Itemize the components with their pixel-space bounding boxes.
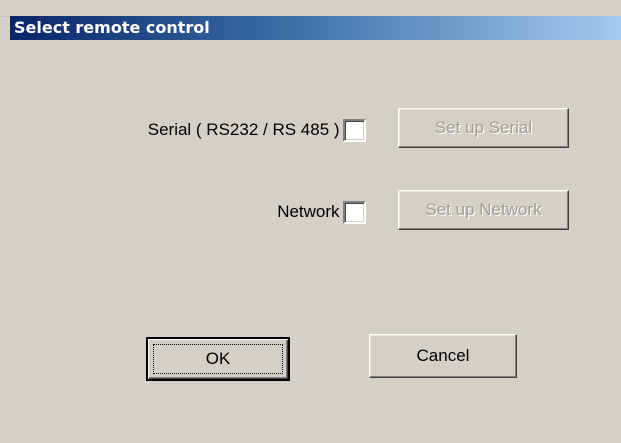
dialog-body: Serial ( RS232 / RS 485 ) : Set up Seria… (10, 40, 621, 443)
network-label: Network : (277, 202, 349, 221)
dialog-title: Select remote control (14, 18, 210, 37)
cancel-button-label: Cancel (416, 346, 470, 365)
setup-serial-button[interactable]: Set up Serial (398, 108, 569, 148)
setup-serial-label: Set up Serial (434, 118, 533, 137)
cancel-button[interactable]: Cancel (369, 334, 517, 378)
serial-checkbox[interactable] (343, 119, 366, 142)
serial-label: Serial ( RS232 / RS 485 ) : (147, 120, 349, 139)
setup-network-button[interactable]: Set up Network (398, 190, 569, 230)
top-strip (0, 0, 621, 17)
ok-button[interactable]: OK (146, 337, 290, 381)
ok-button-label: OK (205, 349, 231, 368)
setup-network-label: Set up Network (425, 200, 542, 219)
network-checkbox[interactable] (343, 201, 366, 224)
dialog-title-bar[interactable]: Select remote control (10, 16, 621, 40)
